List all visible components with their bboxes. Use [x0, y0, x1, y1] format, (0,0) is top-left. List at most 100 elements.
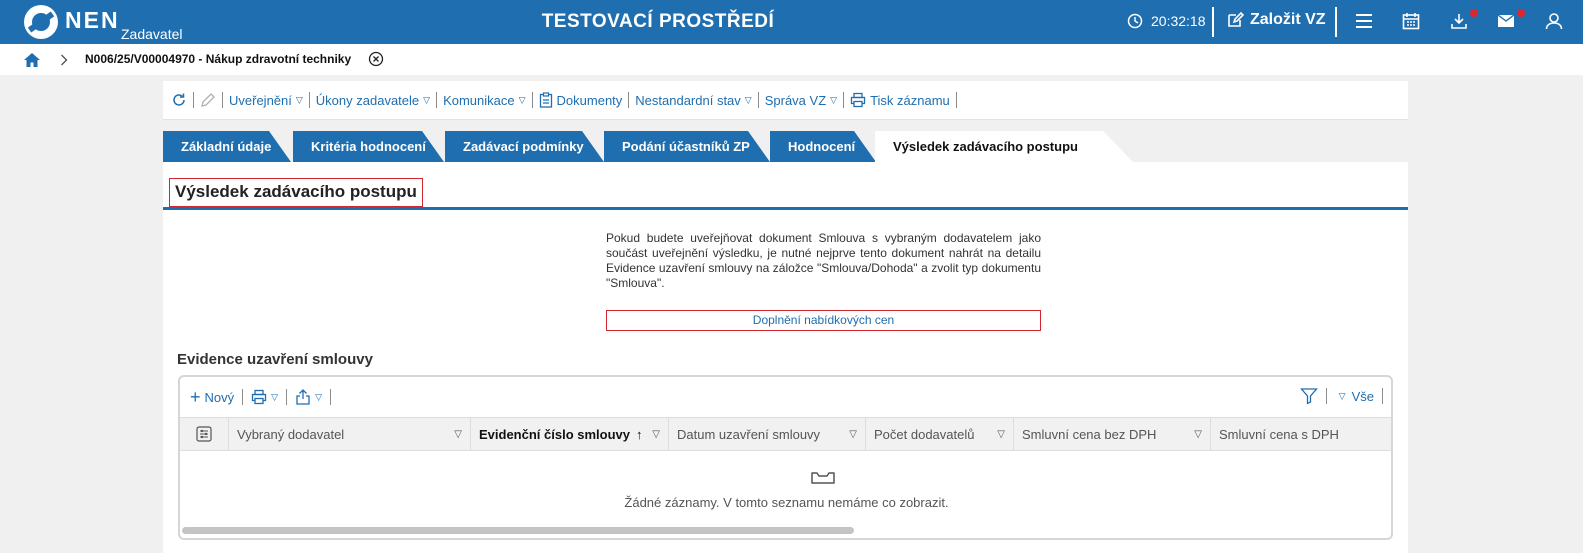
export-menu-button[interactable]: ▽: [295, 389, 322, 405]
divider: [222, 92, 223, 108]
tab-kriteria-hodnoceni[interactable]: Kritéria hodnocení: [293, 131, 444, 162]
chevron-down-icon[interactable]: ▽: [849, 418, 857, 451]
chevron-down-icon[interactable]: ▽: [454, 418, 462, 451]
toolbar-dokumenty[interactable]: Dokumenty: [539, 92, 623, 108]
calendar-icon[interactable]: [1402, 12, 1420, 30]
toolbar-uverejneni[interactable]: Uveřejnění ▽: [229, 93, 303, 108]
close-icon[interactable]: [368, 51, 384, 67]
column-pocet-dodavatelu[interactable]: Počet dodavatelů ▽: [866, 418, 1014, 450]
tab-vysledek[interactable]: Výsledek zadávacího postupu: [875, 131, 1133, 162]
mail-icon[interactable]: [1497, 14, 1515, 28]
divider: [308, 92, 310, 108]
info-notice: Pokud budete uveřejňovat dokument Smlouv…: [606, 231, 1041, 290]
user-icon[interactable]: [1545, 12, 1563, 30]
divider: [242, 389, 244, 405]
breadcrumb-current[interactable]: N006/25/V00004970 - Nákup zdravotní tech…: [85, 52, 351, 66]
chevron-down-icon: ▽: [830, 94, 838, 105]
column-settings[interactable]: [180, 418, 229, 450]
column-evidencni-cislo[interactable]: Evidenční číslo smlouvy ↑ ▽: [471, 418, 669, 450]
toolbar-nestandardni-stav[interactable]: Nestandardní stav ▽: [635, 93, 751, 108]
column-label: Datum uzavření smlouvy: [677, 427, 821, 442]
toolbar-nestandardni-label: Nestandardní stav: [635, 92, 741, 108]
toolbar-sprava-label: Správa VZ: [764, 92, 827, 108]
divider: [329, 389, 331, 405]
tab-zakladni-udaje[interactable]: Základní údaje: [163, 131, 291, 162]
toolbar-komunikace-label: Komunikace: [443, 92, 515, 108]
print-menu-button[interactable]: ▽: [251, 389, 278, 405]
tab-bar: Základní údaje Kritéria hodnocení Zadáva…: [163, 131, 1408, 162]
chevron-down-icon[interactable]: ▽: [1194, 418, 1202, 451]
clock-icon: [1127, 13, 1151, 29]
tab-label: Kritéria hodnocení: [311, 139, 426, 154]
toolbar-sprava-vz[interactable]: Správa VZ ▽: [765, 93, 837, 108]
column-vybrany-dodavatel[interactable]: Vybraný dodavatel ▽: [229, 418, 471, 450]
pencil-icon: [200, 92, 216, 108]
toolbar-tisk-zaznamu[interactable]: Tisk záznamu: [850, 92, 950, 108]
column-cena-s-dph[interactable]: Smluvní cena s DPH: [1211, 418, 1391, 450]
tab-label: Zadávací podmínky: [463, 139, 584, 154]
contracts-grid: + Nový ▽ ▽ ▽ Vše Vybraný dodavatel ▽ Evi…: [178, 375, 1393, 540]
column-label: Smluvní cena s DPH: [1219, 427, 1339, 442]
section-title: Výsledek zadávacího postupu: [169, 178, 423, 207]
filter-all-button[interactable]: Vše: [1352, 389, 1374, 404]
home-icon[interactable]: [23, 52, 41, 68]
chevron-down-icon[interactable]: ▽: [1339, 391, 1346, 402]
divider: [1382, 388, 1383, 404]
column-label: Počet dodavatelů: [874, 427, 975, 442]
grid-header: Vybraný dodavatel ▽ Evidenční číslo smlou…: [180, 417, 1391, 451]
chevron-down-icon: ▽: [518, 94, 526, 105]
column-cena-bez-dph[interactable]: Smluvní cena bez DPH ▽: [1014, 418, 1211, 450]
toolbar-dokumenty-label: Dokumenty: [556, 92, 623, 108]
notification-dot: [1517, 9, 1525, 17]
notification-dot: [1470, 9, 1478, 17]
tab-hodnoceni[interactable]: Hodnocení: [770, 131, 876, 162]
create-contract-button[interactable]: Založit VZ: [1226, 11, 1326, 29]
create-contract-label: Založit VZ: [1250, 11, 1326, 28]
menu-icon[interactable]: [1355, 13, 1373, 29]
chevron-down-icon: ▽: [295, 94, 303, 105]
edit-icon: [1226, 11, 1250, 29]
breadcrumb: N006/25/V00004970 - Nákup zdravotní tech…: [0, 44, 1583, 75]
tab-label: Hodnocení: [788, 139, 856, 154]
column-label: Evidenční číslo smlouvy: [479, 427, 630, 442]
chevron-down-icon: ▽: [271, 391, 279, 402]
download-icon[interactable]: [1450, 12, 1468, 30]
divider: [1325, 388, 1327, 404]
divider: [955, 92, 957, 108]
new-record-label: Nový: [204, 389, 235, 405]
empty-state-text: Žádné záznamy. V tomto seznamu nemáme co…: [624, 495, 949, 510]
chevron-down-icon[interactable]: ▽: [652, 418, 660, 451]
chevron-down-icon: ▽: [744, 94, 752, 105]
tab-label: Základní údaje: [181, 139, 272, 154]
divider: [531, 92, 533, 108]
divider: [628, 92, 630, 108]
chevron-down-icon[interactable]: ▽: [997, 418, 1005, 451]
doplneni-cen-link[interactable]: Doplnění nabídkových cen: [606, 310, 1041, 331]
tab-label: Podání účastníků ZP: [622, 139, 750, 154]
divider: [757, 92, 759, 108]
tab-zadavaci-podminky[interactable]: Zadávací podmínky: [445, 131, 604, 162]
environment-title: TESTOVACÍ PROSTŘEDÍ: [541, 11, 775, 32]
toolbar-ukony-label: Úkony zadavatele: [315, 92, 420, 108]
tab-podani-ucastniku[interactable]: Podání účastníků ZP: [604, 131, 770, 162]
column-datum-uzavreni[interactable]: Datum uzavření smlouvy ▽: [669, 418, 866, 450]
refresh-icon[interactable]: [171, 92, 187, 108]
divider: [843, 92, 845, 108]
clock-time: 20:32:18: [1151, 13, 1206, 29]
chevron-right-icon: [60, 54, 68, 66]
divider: [1335, 7, 1337, 37]
column-label: Vybraný dodavatel: [237, 427, 345, 442]
top-bar: NEN Zadavatel TESTOVACÍ PROSTŘEDÍ 20:32:…: [0, 0, 1583, 44]
horizontal-scrollbar[interactable]: [182, 527, 854, 534]
filter-icon[interactable]: [1299, 387, 1318, 405]
grid-filter-tools: ▽ Vše: [1299, 387, 1391, 405]
toolbar-komunikace[interactable]: Komunikace ▽: [443, 93, 525, 108]
settings-icon: [196, 426, 212, 442]
new-record-button[interactable]: + Nový: [190, 388, 235, 406]
toolbar-ukony-zadavatele[interactable]: Úkony zadavatele ▽: [316, 93, 430, 108]
tab-label: Výsledek zadávacího postupu: [893, 139, 1078, 154]
toolbar-tisk-label: Tisk záznamu: [870, 92, 950, 108]
record-toolbar: Uveřejnění ▽ Úkony zadavatele ▽ Komunikace…: [163, 81, 1408, 120]
divider: [436, 92, 438, 108]
toolbar-uverejneni-label: Uveřejnění: [229, 92, 292, 108]
